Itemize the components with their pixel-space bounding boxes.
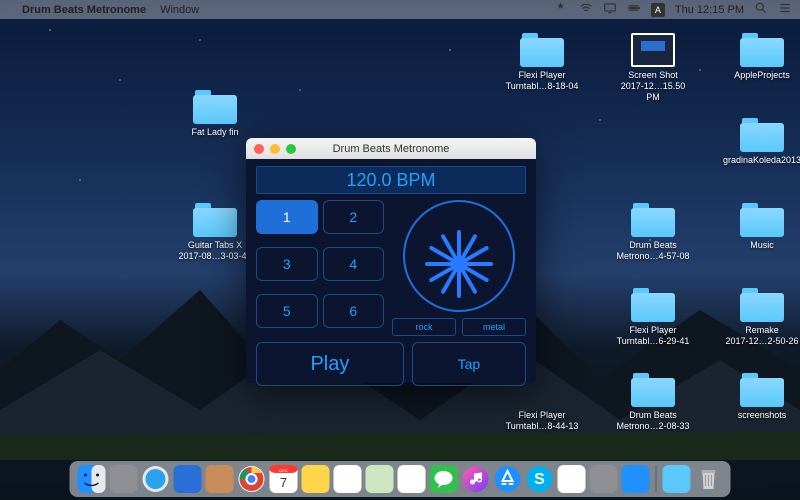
icon-label: Music (722, 240, 800, 251)
icon-label: AppleProjects (722, 70, 800, 81)
menubar-menu-window[interactable]: Window (160, 4, 199, 16)
icon-label: Fat Lady fin (175, 127, 255, 138)
dock-notes-icon[interactable] (302, 465, 330, 493)
dock-trash-icon[interactable] (695, 465, 723, 493)
battery-icon[interactable] (627, 1, 641, 18)
dock-appstore-icon[interactable] (494, 465, 522, 493)
dock-photos-icon[interactable] (398, 465, 426, 493)
dock-downloads-icon[interactable] (663, 465, 691, 493)
screenshot-thumbnail (631, 33, 675, 67)
dock-maps-icon[interactable] (366, 465, 394, 493)
icon-label: Metrono…2-08-33 (613, 421, 693, 432)
icon-label: screenshots (722, 410, 800, 421)
style-rock-button[interactable]: rock (392, 318, 456, 336)
desktop-icon[interactable]: Flexi PlayerTurntabl…8-18-04 (502, 33, 582, 92)
icon-label: Turntabl…8-44-13 (502, 421, 582, 432)
menubar-app-name[interactable]: Drum Beats Metronome (22, 4, 146, 16)
input-source-icon[interactable]: A (651, 3, 665, 17)
wifi-icon[interactable] (579, 1, 593, 18)
desktop-icon[interactable]: gradinaKoleda2013 (722, 118, 800, 166)
beat-button-5[interactable]: 5 (256, 294, 318, 328)
icon-label: Guitar Tabs X (175, 240, 255, 251)
dock-separator (656, 466, 657, 492)
display-icon[interactable] (603, 1, 617, 18)
desktop-icon[interactable]: Drum BeatsMetrono…4-57-08 (613, 203, 693, 262)
dock-finder-icon[interactable] (78, 465, 106, 493)
app-window: Drum Beats Metronome 120.0 BPM 123456 ro… (246, 138, 536, 383)
menubar-clock[interactable]: Thu 12:15 PM (675, 4, 744, 16)
desktop-icon[interactable]: screenshots (722, 373, 800, 421)
dock-drum-beats-icon[interactable] (622, 465, 650, 493)
play-button[interactable]: Play (256, 342, 404, 386)
desktop-icon[interactable]: Drum BeatsMetrono…2-08-33 (613, 373, 693, 432)
beat-button-6[interactable]: 6 (323, 294, 385, 328)
folder-icon (740, 118, 784, 152)
dock-itunes-icon[interactable] (462, 465, 490, 493)
beat-grid: 123456 (256, 200, 384, 336)
notification-center-icon[interactable] (778, 1, 792, 18)
desktop-icon[interactable]: Remake2017-12…2-50-26 (722, 288, 800, 347)
folder-icon (631, 288, 675, 322)
dock-reminders-icon[interactable] (334, 465, 362, 493)
menubar: Drum Beats Metronome Window A Thu 12:15 … (0, 0, 800, 19)
icon-label: 2017-12…2-50-26 (722, 336, 800, 347)
dock-preview-icon[interactable] (558, 465, 586, 493)
icon-label: Flexi Player (613, 325, 693, 336)
dock-calendar-icon[interactable]: DEC 7 (270, 465, 298, 493)
dock-chrome-icon[interactable] (238, 465, 266, 493)
menubar-status: A Thu 12:15 PM (555, 1, 792, 18)
icon-label: Drum Beats (613, 410, 693, 421)
beat-button-2[interactable]: 2 (323, 200, 385, 234)
folder-icon (193, 90, 237, 124)
icon-label: Remake (722, 325, 800, 336)
beat-button-4[interactable]: 4 (323, 247, 385, 281)
tap-button[interactable]: Tap (412, 342, 526, 386)
desktop: Drum Beats Metronome Window A Thu 12:15 … (0, 0, 800, 500)
folder-icon (520, 33, 564, 67)
svg-text:S: S (534, 471, 545, 488)
svg-text:7: 7 (280, 475, 287, 490)
desktop-icon[interactable]: Screen Shot2017-12…15.50 PM (613, 33, 693, 102)
desktop-icon[interactable]: Guitar Tabs X2017-08…3-03-44 (175, 203, 255, 262)
window-title: Drum Beats Metronome (246, 143, 536, 155)
folder-icon (740, 288, 784, 322)
bpm-display[interactable]: 120.0 BPM (256, 166, 526, 194)
desktop-icon[interactable]: AppleProjects (722, 33, 800, 81)
dock-launchpad-icon[interactable] (110, 465, 138, 493)
spotlight-icon[interactable] (754, 1, 768, 18)
desktop-icon[interactable]: Flexi PlayerTurntabl…6-29-41 (613, 288, 693, 347)
dock-skype-icon[interactable]: S (526, 465, 554, 493)
icon-label: Flexi Player (502, 70, 582, 81)
icon-label: Turntabl…6-29-41 (613, 336, 693, 347)
location-icon[interactable] (555, 1, 569, 18)
icon-label: 2017-12…15.50 PM (613, 81, 693, 103)
svg-text:DEC: DEC (279, 468, 288, 473)
desktop-icon[interactable]: Fat Lady fin (175, 90, 255, 138)
icon-label: Screen Shot (613, 70, 693, 81)
folder-icon (740, 203, 784, 237)
folder-icon (193, 203, 237, 237)
icon-label: Metrono…4-57-08 (613, 251, 693, 262)
style-metal-button[interactable]: metal (462, 318, 526, 336)
dock-mail-icon[interactable] (174, 465, 202, 493)
tempo-dial[interactable] (403, 200, 515, 312)
folder-icon (631, 373, 675, 407)
dock-contacts-icon[interactable] (206, 465, 234, 493)
beat-button-3[interactable]: 3 (256, 247, 318, 281)
titlebar[interactable]: Drum Beats Metronome (246, 138, 536, 159)
folder-icon (631, 203, 675, 237)
icon-label: gradinaKoleda2013 (722, 155, 800, 166)
beat-button-1[interactable]: 1 (256, 200, 318, 234)
icon-label: Flexi Player (502, 410, 582, 421)
icon-label: 2017-08…3-03-44 (175, 251, 255, 262)
desktop-icon[interactable]: Music (722, 203, 800, 251)
dock-system-preferences-icon[interactable] (590, 465, 618, 493)
dock-safari-icon[interactable] (142, 465, 170, 493)
dock: DEC 7 S (70, 461, 731, 497)
folder-icon (740, 373, 784, 407)
dock-messages-icon[interactable] (430, 465, 458, 493)
folder-icon (740, 33, 784, 67)
icon-label: Drum Beats (613, 240, 693, 251)
icon-label: Turntabl…8-18-04 (502, 81, 582, 92)
